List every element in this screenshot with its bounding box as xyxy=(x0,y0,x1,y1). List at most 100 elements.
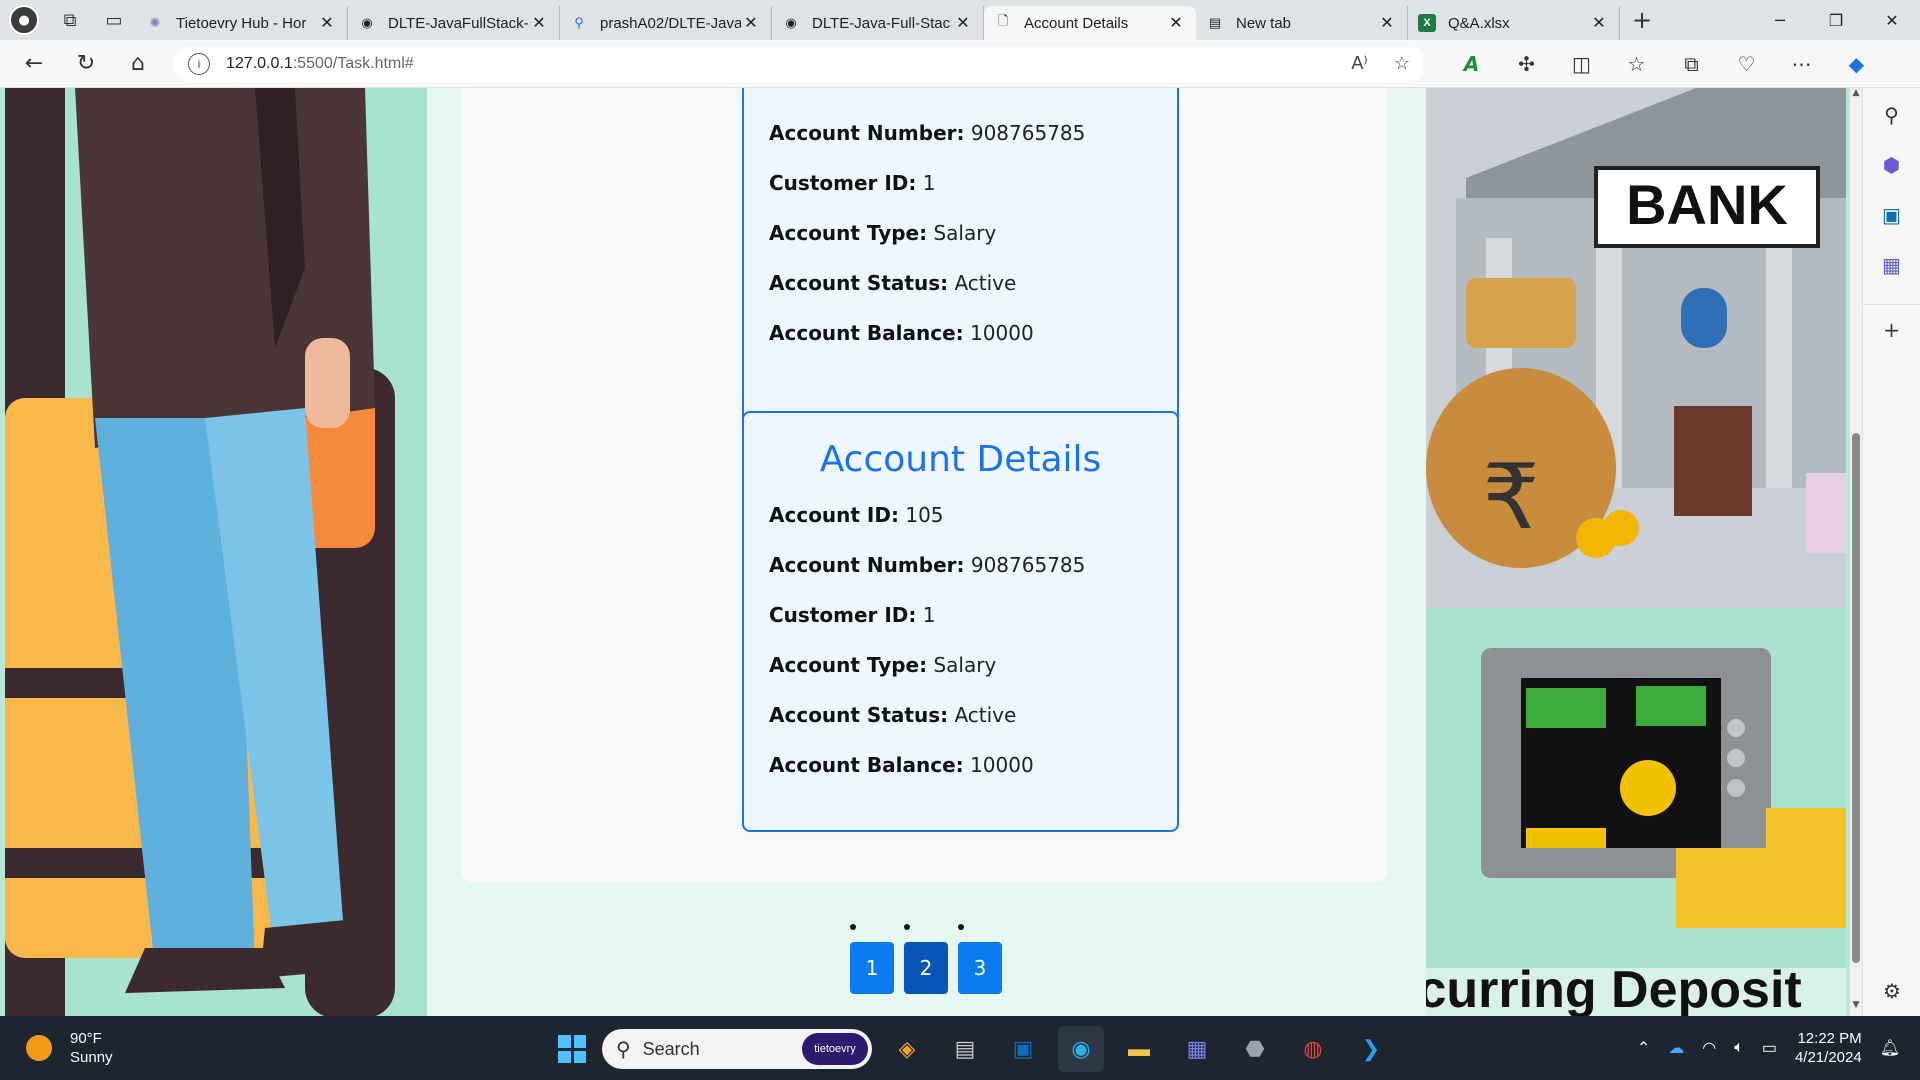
close-icon[interactable]: ✕ xyxy=(741,13,761,33)
bullet-icon xyxy=(958,924,964,930)
tab-tietoevry[interactable]: ✺ Tietoevry Hub - Hor ✕ xyxy=(136,6,348,40)
vscode-app-icon[interactable]: ❯ xyxy=(1348,1026,1394,1072)
search-placeholder: Search xyxy=(642,1038,700,1059)
copilot-app-icon[interactable]: ◈ xyxy=(884,1026,930,1072)
clock-time: 12:22 PM xyxy=(1797,1030,1862,1047)
onedrive-icon[interactable]: ☁ xyxy=(1668,1038,1684,1058)
customer-id-row: Customer ID: 1 xyxy=(769,603,936,627)
home-icon[interactable]: ⌂ xyxy=(112,44,164,84)
tab-new-tab[interactable]: ▤ New tab ✕ xyxy=(1196,6,1408,40)
favorites-icon[interactable]: ☆ xyxy=(1609,44,1664,84)
card-title: Account Details xyxy=(819,439,1102,480)
tab-search[interactable]: ⚲ prashA02/DLTE-Java ✕ xyxy=(560,6,772,40)
chrome-app-icon[interactable]: ◍ xyxy=(1290,1026,1336,1072)
file-explorer-app-icon[interactable]: ▤ xyxy=(942,1026,988,1072)
minimize-icon[interactable]: ─ xyxy=(1752,0,1808,40)
taskbar-apps: ⚲ Search tietoevry ◈ ▤ ▣ ◉ ▬ ▦ ⬣ ◍ ❯ xyxy=(554,1026,1394,1072)
site-info-icon[interactable]: i xyxy=(188,52,210,75)
browser-tab-strip: ● ⧉ ▭ ✺ Tietoevry Hub - Hor ✕ ◉ DLTE-Jav… xyxy=(0,0,1920,40)
page-3-button[interactable]: 3 xyxy=(958,924,1002,994)
account-card: Account Number: 908765785 Customer ID: 1… xyxy=(742,88,1179,461)
close-window-icon[interactable]: ✕ xyxy=(1864,0,1920,40)
close-icon[interactable]: ✕ xyxy=(1166,13,1186,33)
page-2-button[interactable]: 2 xyxy=(904,924,948,994)
search-icon: ⚲ xyxy=(574,15,584,30)
close-icon[interactable]: ✕ xyxy=(1377,13,1397,33)
tab-title: Account Details xyxy=(1024,14,1129,32)
account-balance-row: Account Balance: 10000 xyxy=(769,753,1034,777)
accounts-container: Account Number: 908765785 Customer ID: 1… xyxy=(462,88,1387,882)
sun-icon xyxy=(26,1035,52,1061)
restore-icon[interactable]: ❐ xyxy=(1808,0,1864,40)
workspaces-icon[interactable]: ⧉ xyxy=(48,0,92,40)
back-icon[interactable]: ← xyxy=(8,44,60,84)
edge-app-icon[interactable]: ◉ xyxy=(1058,1026,1104,1072)
refresh-icon[interactable]: ↻ xyxy=(60,44,112,84)
account-type-value: Salary xyxy=(933,653,997,677)
tab-actions-icon[interactable]: ▭ xyxy=(92,0,136,40)
close-icon[interactable]: ✕ xyxy=(953,13,973,33)
account-type-row: Account Type: Salary xyxy=(769,653,997,677)
sidebar-settings-icon[interactable]: ⚙ xyxy=(1863,966,1920,1016)
browser-essentials-icon[interactable]: ♡ xyxy=(1719,44,1774,84)
tab-github-2[interactable]: ◉ DLTE-Java-Full-Stac ✕ xyxy=(772,6,984,40)
close-icon[interactable]: ✕ xyxy=(1589,13,1609,33)
tab-account-details[interactable]: 🗋 Account Details ✕ xyxy=(984,6,1196,40)
more-options-icon[interactable]: ⋯ xyxy=(1774,44,1829,84)
sidebar-add-icon[interactable]: + xyxy=(1863,304,1920,354)
folder-app-icon[interactable]: ▬ xyxy=(1116,1026,1162,1072)
volume-icon[interactable]: 🔈︎ xyxy=(1734,1039,1744,1057)
split-screen-icon[interactable]: ◫ xyxy=(1554,44,1609,84)
chevron-up-icon[interactable]: ⌃ xyxy=(1637,1038,1650,1058)
scroll-down-icon[interactable]: ▼ xyxy=(1850,1000,1862,1016)
clock[interactable]: 12:22 PM 4/21/2024 xyxy=(1795,1029,1862,1067)
outlook-app-icon[interactable]: ▣ xyxy=(1000,1026,1046,1072)
clock-date: 4/21/2024 xyxy=(1794,1049,1862,1066)
tab-title: DLTE-JavaFullStack- xyxy=(388,14,529,32)
weather-widget[interactable]: 90°F Sunny xyxy=(26,1029,226,1067)
teams-app-icon[interactable]: ▦ xyxy=(1174,1026,1220,1072)
db-app-icon[interactable]: ⬣ xyxy=(1232,1026,1278,1072)
page-scrollbar[interactable]: ▲ ▼ xyxy=(1850,88,1862,1016)
recurring-deposit-caption: Recurring Deposit xyxy=(1426,961,1802,1016)
bank-sign-text: BANK xyxy=(1626,173,1788,236)
tab-github-1[interactable]: ◉ DLTE-JavaFullStack- ✕ xyxy=(348,6,560,40)
close-icon[interactable]: ✕ xyxy=(529,13,549,33)
tab-title: Tietoevry Hub - Hor xyxy=(176,14,307,32)
tietoevry-icon: ✺ xyxy=(149,15,161,30)
profile-avatar: ● xyxy=(9,5,39,35)
profile-button[interactable]: ● xyxy=(0,0,48,40)
account-id-value: 105 xyxy=(905,503,944,527)
sidebar-copilot-icon[interactable]: ⬢ xyxy=(1863,140,1920,190)
account-balance-value: 10000 xyxy=(970,321,1034,345)
sidebar-outlook-icon[interactable]: ▣ xyxy=(1863,190,1920,240)
scroll-up-icon[interactable]: ▲ xyxy=(1850,88,1862,104)
taskbar-search[interactable]: ⚲ Search tietoevry xyxy=(602,1029,872,1069)
sidebar-search-icon[interactable]: ⚲ xyxy=(1863,90,1920,140)
extension-a-icon[interactable]: A xyxy=(1444,44,1499,84)
tab-excel[interactable]: X Q&A.xlsx ✕ xyxy=(1408,6,1620,40)
collections-icon[interactable]: ⧉ xyxy=(1664,44,1719,84)
tab-title: prashA02/DLTE-Java xyxy=(600,14,741,32)
account-balance-value: 10000 xyxy=(970,753,1034,777)
wifi-icon[interactable]: ◠ xyxy=(1702,1038,1716,1058)
battery-icon[interactable]: ▭ xyxy=(1762,1038,1777,1058)
read-aloud-icon[interactable]: A⁾ xyxy=(1351,53,1367,74)
system-tray: ⌃ ☁ ◠ 🔈︎ ▭ 12:22 PM 4/21/2024 🔔︎ xyxy=(1637,1016,1900,1080)
favorite-star-icon[interactable]: ☆ xyxy=(1394,53,1410,74)
bullet-icon xyxy=(850,924,856,930)
account-type-row: Account Type: Salary xyxy=(769,221,997,245)
copilot-icon[interactable]: ◆ xyxy=(1829,44,1884,84)
new-tab-button[interactable]: + xyxy=(1620,0,1664,40)
weather-temp: 90°F xyxy=(70,1030,102,1047)
svg-text:₹: ₹ xyxy=(1482,445,1539,550)
github-icon: ◉ xyxy=(361,15,373,30)
notification-bell-icon[interactable]: 🔔︎ xyxy=(1880,1038,1900,1058)
scroll-thumb[interactable] xyxy=(1852,433,1860,963)
extensions-icon[interactable]: ✣ xyxy=(1499,44,1554,84)
close-icon[interactable]: ✕ xyxy=(317,13,337,33)
sidebar-teams-icon[interactable]: ▦ xyxy=(1863,240,1920,290)
page-1-button[interactable]: 1 xyxy=(850,924,894,994)
windows-start-icon[interactable] xyxy=(554,1031,590,1067)
address-bar[interactable]: i 127.0.0.1:5500/Task.html# A⁾ ☆ xyxy=(174,45,1424,82)
